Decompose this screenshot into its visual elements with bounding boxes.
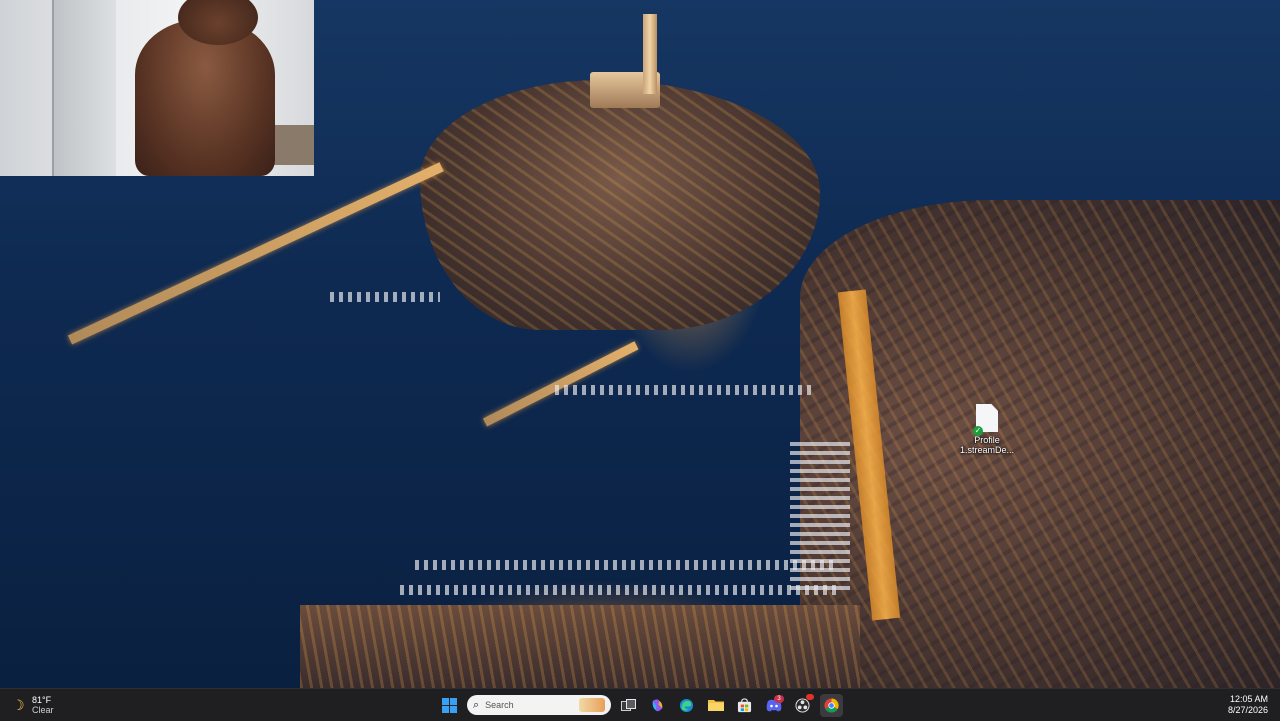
search-icon: ⌕	[473, 698, 480, 711]
microsoft-store-button[interactable]	[733, 694, 756, 717]
wallpaper-pier	[67, 162, 444, 345]
wallpaper-waterfront	[300, 605, 860, 688]
store-icon	[737, 697, 752, 712]
discord-button[interactable]: 3	[762, 694, 785, 717]
edge-icon	[679, 698, 694, 712]
webcam-background-desk	[270, 125, 314, 165]
wallpaper-pier	[482, 341, 639, 427]
wallpaper-boats	[415, 560, 835, 570]
copilot-icon	[652, 698, 663, 711]
sync-check-icon: ✓	[973, 426, 983, 436]
wallpaper-old-town-peninsula	[420, 80, 820, 330]
wallpaper-boats	[400, 585, 840, 595]
copilot-button[interactable]	[646, 694, 669, 717]
webcam-overlay	[0, 0, 314, 176]
taskbar: ☽ 81°F Clear ⌕ Search 3 12:05 AM 8/27/20…	[0, 688, 1280, 721]
windows-logo-icon	[442, 697, 457, 713]
wallpaper-boats	[555, 385, 815, 395]
system-clock[interactable]: 12:05 AM 8/27/2026	[1228, 694, 1268, 716]
wallpaper-bell-tower	[643, 14, 657, 94]
start-button[interactable]	[438, 694, 461, 717]
wallpaper-boats	[330, 292, 440, 302]
notification-badge: 3	[774, 694, 784, 703]
clock-time: 12:05 AM	[1229, 694, 1268, 704]
task-view-icon	[621, 698, 636, 711]
weather-condition: Clear	[32, 705, 54, 715]
taskbar-search-box[interactable]: ⌕ Search	[467, 695, 611, 715]
obs-button[interactable]	[791, 693, 814, 717]
moon-icon: ☽	[12, 697, 25, 713]
folder-icon	[707, 700, 724, 711]
file-explorer-button[interactable]	[704, 694, 727, 717]
search-highlight-art-icon	[579, 698, 605, 712]
task-view-button[interactable]	[617, 694, 640, 717]
search-placeholder: Search	[485, 700, 514, 710]
chrome-button[interactable]	[820, 693, 843, 717]
recording-indicator-icon	[806, 693, 814, 700]
desktop-icon-label: Profile 1.streamDe...	[959, 435, 1015, 455]
desktop-wallpaper: ✓ Profile 1.streamDe...	[0, 0, 1280, 688]
obs-icon	[795, 697, 810, 713]
edge-button[interactable]	[675, 694, 698, 717]
desktop-icon-profile-file[interactable]: ✓ Profile 1.streamDe...	[958, 404, 1016, 455]
weather-temperature: 81°F	[32, 695, 52, 705]
webcam-background-door	[52, 0, 116, 176]
weather-widget[interactable]: ☽ 81°F Clear	[12, 694, 54, 716]
wallpaper-boats	[790, 440, 850, 590]
clock-date: 8/27/2026	[1227, 705, 1268, 715]
taskbar-center: ⌕ Search 3	[438, 693, 843, 717]
chrome-icon	[824, 697, 839, 713]
